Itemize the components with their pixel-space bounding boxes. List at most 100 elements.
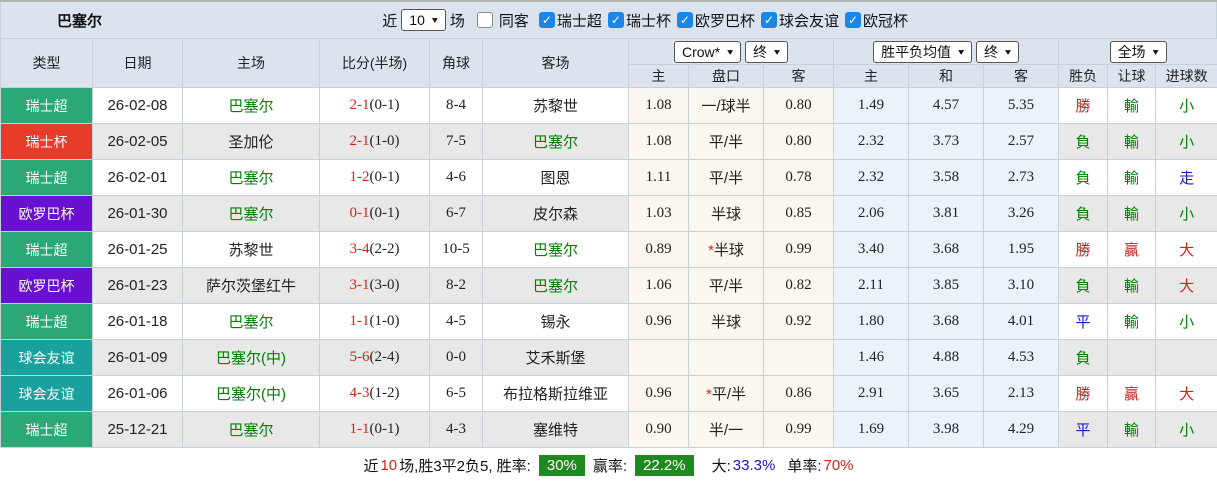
handicap-home-odds: 0.96 [628,375,689,412]
league-label-4: 欧冠杯 [862,12,908,30]
home-team: 巴塞尔 [182,195,320,232]
match-date: 26-01-23 [92,267,183,304]
half-score: (0-1) [369,169,400,185]
match-result: 勝 [1058,231,1109,268]
score-cell: 2-1(1-0) [319,123,430,160]
europe-home-odds: 2.91 [833,375,910,412]
score-cell: 1-2(0-1) [319,159,430,196]
handicap-home-odds: 0.96 [628,303,689,340]
full-score: 3-1 [349,277,370,293]
col-header-corner: 角球 [429,38,483,88]
handicap-line: 半球 [688,195,764,232]
europe-home-odds: 1.69 [833,411,910,448]
goals-result: 小 [1155,195,1217,232]
full-score: 1-1 [349,421,370,437]
europe-draw-odds: 3.68 [908,231,985,268]
match-result: 負 [1058,123,1109,160]
league-filter-item: ✓ 欧冠杯 [843,10,908,31]
handicap-home-odds: 1.03 [628,195,689,232]
league-checkbox-1[interactable]: ✓ [607,12,624,28]
same-away-checkbox[interactable] [476,12,493,28]
full-score: 1-1 [349,313,370,329]
corner-count: 8-2 [429,267,483,304]
col-header-eu-home: 主 [833,64,910,88]
col-header-eu-draw: 和 [908,64,985,88]
score-cell: 4-3(1-2) [319,375,430,412]
europe-away-odds: 1.95 [983,231,1060,268]
match-result: 平 [1058,303,1109,340]
match-row: 欧罗巴杯 26-01-30 巴塞尔 0-1(0-1) 6-7 皮尔森 1.03 … [0,195,1217,232]
handicap-line: 一/球半 [688,87,764,124]
half-score: (2-4) [369,349,400,365]
score-cell: 3-4(2-2) [319,231,430,268]
league-label-0: 瑞士超 [556,12,602,30]
recent-label: 近 [382,12,398,30]
handicap-home-odds: 1.08 [628,87,689,124]
top-filter-bar: 巴塞尔 近 10 ▾ 场 同客 ✓ 瑞士超 ✓ 瑞士杯 ✓ 欧罗巴杯 ✓ 球会友… [0,2,1217,38]
match-row: 瑞士超 25-12-21 巴塞尔 1-1(0-1) 4-3 塞维特 0.90 半… [0,411,1217,448]
odds-company-value: Crow* [681,43,721,60]
league-type-badge: 瑞士超 [0,159,93,196]
match-row: 欧罗巴杯 26-01-23 萨尔茨堡红牛 3-1(3-0) 8-2 巴塞尔 1.… [0,267,1217,304]
league-checkbox-3[interactable]: ✓ [760,12,777,28]
home-team: 苏黎世 [182,231,320,268]
matches-table: 类型 日期 主场 比分(半场) 角球 客场 Crow* ▾ 终 ▾ 胜平负均值 … [0,38,1217,448]
odds-time-select[interactable]: 终 ▾ [745,40,789,63]
full-score: 5-6 [349,349,370,365]
handicap-result: 輸 [1107,303,1157,340]
europe-draw-odds: 4.88 [908,339,985,376]
half-score: (3-0) [369,277,400,293]
handicap-away-odds: 0.82 [762,267,835,304]
away-team: 塞维特 [482,411,629,448]
home-team: 圣加伦 [182,123,320,160]
europe-away-odds: 2.73 [983,159,1060,196]
match-date: 26-01-18 [92,303,183,340]
handicap-home-odds: 0.90 [628,411,689,448]
league-checkbox-4[interactable]: ✓ [844,12,861,28]
recent-count-select[interactable]: 10 ▾ [401,9,446,31]
europe-away-odds: 3.26 [983,195,1060,232]
handicap-line: 平/半 [688,123,764,160]
league-type-badge: 瑞士超 [0,303,93,340]
match-row: 瑞士杯 26-02-05 圣加伦 2-1(1-0) 7-5 巴塞尔 1.08 平… [0,123,1217,160]
score-cell: 0-1(0-1) [319,195,430,232]
goals-result: 走 [1155,159,1217,196]
europe-home-odds: 2.32 [833,123,910,160]
scope-select[interactable]: 全场 ▾ [1109,40,1167,63]
europe-draw-odds: 3.68 [908,303,985,340]
home-team: 巴塞尔(中) [182,375,320,412]
league-checkbox-0[interactable]: ✓ [538,12,555,28]
match-row: 瑞士超 26-01-18 巴塞尔 1-1(1-0) 4-5 锡永 0.96 半球… [0,303,1217,340]
europe-draw-odds: 3.85 [908,267,985,304]
europe-away-odds: 2.13 [983,375,1060,412]
summary-count: 10 [380,456,398,474]
europe-away-odds: 2.57 [983,123,1060,160]
europe-time-value: 终 [983,43,998,60]
corner-count: 4-3 [429,411,483,448]
win-rate-badge: 30% [538,454,585,476]
match-date: 26-01-06 [92,375,183,412]
europe-home-odds: 2.11 [833,267,910,304]
handicap-line-text: 半球 [713,242,744,259]
odds-company-select[interactable]: Crow* ▾ [673,40,742,63]
handicap-away-odds: 0.80 [762,123,835,160]
handicap-select-cell: Crow* ▾ 终 ▾ [627,38,835,65]
summary-prefix: 近 [363,457,379,475]
europe-odds-select[interactable]: 胜平负均值 ▾ [873,40,973,63]
handicap-line: 半球 [688,303,764,340]
half-score: (0-1) [369,97,400,113]
goals-result: 大 [1155,267,1217,304]
europe-away-odds: 4.01 [983,303,1060,340]
scope-value: 全场 [1117,43,1146,60]
single-label: 单率: [787,457,822,475]
handicap-line-text: 平/半 [711,386,746,403]
full-score: 0-1 [349,205,370,221]
col-header-ah-line: 盘口 [688,64,764,88]
league-checkbox-2[interactable]: ✓ [676,12,693,28]
home-team: 巴塞尔 [182,411,320,448]
europe-time-select[interactable]: 终 ▾ [975,40,1020,63]
match-row: 瑞士超 26-02-01 巴塞尔 1-2(0-1) 4-6 图恩 1.11 平/… [0,159,1217,196]
goals-result: 小 [1155,303,1217,340]
away-team: 皮尔森 [482,195,629,232]
handicap-result: 輸 [1107,267,1157,304]
